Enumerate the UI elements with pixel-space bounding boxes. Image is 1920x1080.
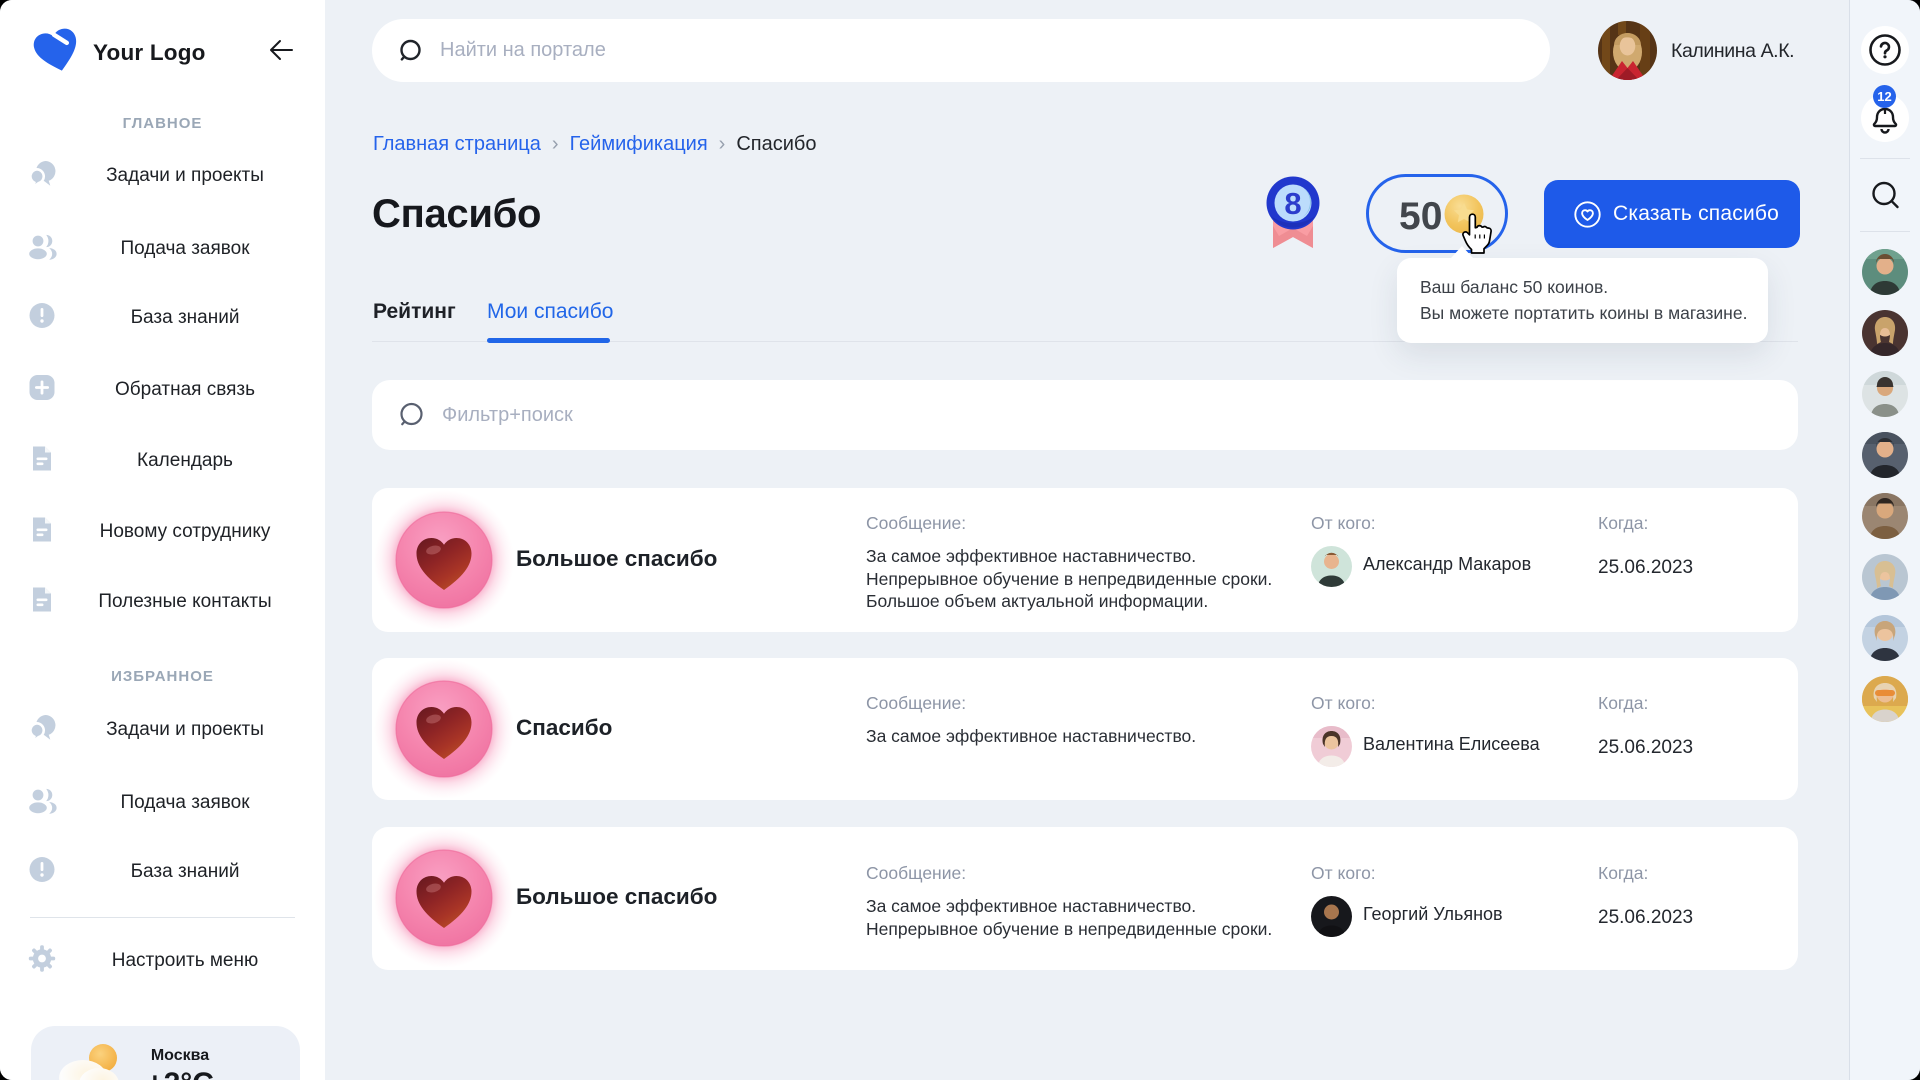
svg-text:8: 8: [1284, 186, 1301, 221]
